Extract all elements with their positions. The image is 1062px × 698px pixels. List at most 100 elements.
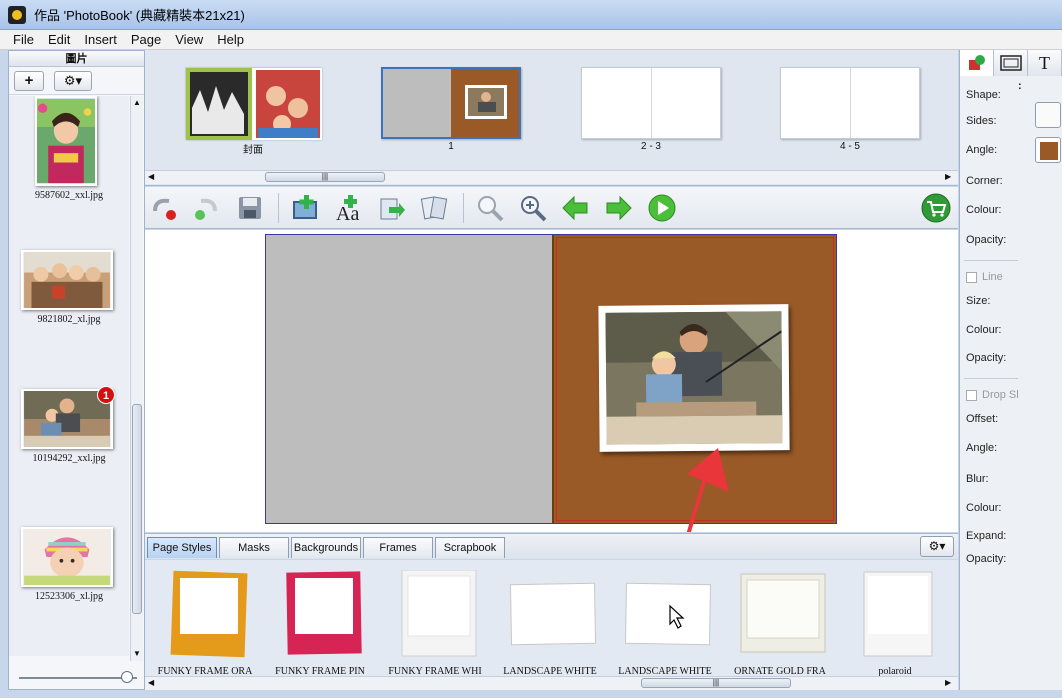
scroll-left-icon[interactable]: ◀ xyxy=(148,172,154,181)
page-strip-scrollbar[interactable]: ◀ ||| ▶ xyxy=(145,170,958,184)
size-label: Size: xyxy=(966,295,991,307)
left-page[interactable] xyxy=(266,235,552,523)
page-label: 2 - 3 xyxy=(640,141,661,152)
style-item[interactable]: ORNATE GOLD FRA xyxy=(723,570,837,677)
slider-knob[interactable] xyxy=(121,671,133,683)
thumbnail-size-slider[interactable] xyxy=(19,677,137,679)
right-page[interactable] xyxy=(552,235,836,523)
corner-label: Corner: xyxy=(966,175,1003,187)
line-checkbox[interactable] xyxy=(966,272,977,283)
save-button[interactable] xyxy=(235,193,265,223)
photo-caption: 9587602_xxl.jpg xyxy=(34,190,104,201)
window-title: 作品 'PhotoBook' (典藏精裝本21x21) xyxy=(34,8,245,23)
tab-masks[interactable]: Masks xyxy=(219,537,289,558)
properties-panel: T Shape: : Sides: Angle: Corner: Colour:… xyxy=(959,50,1062,690)
styles-tabbar: Page Styles Masks Backgrounds Frames Scr… xyxy=(145,533,958,559)
menu-help[interactable]: Help xyxy=(210,32,251,47)
page-thumb-4-5[interactable] xyxy=(780,67,920,139)
opacity-label: Opacity: xyxy=(966,234,1007,246)
add-photo-box-button[interactable] xyxy=(290,193,320,223)
photo-item[interactable]: 9587602_xxl.jpg xyxy=(9,96,129,201)
fill-colour-chip xyxy=(1040,142,1058,160)
scroll-up-icon[interactable]: ▲ xyxy=(133,98,141,107)
styles-settings-button[interactable]: ⚙▾ xyxy=(920,536,954,557)
toolbar-separator xyxy=(463,193,464,223)
tab-page-styles[interactable]: Page Styles xyxy=(147,537,217,558)
tab-frames[interactable]: Frames xyxy=(363,537,433,558)
photo-thumbnail xyxy=(35,96,97,186)
photo-panel: 圖片 + ⚙▾ 9587602_xxl.jpg 9821802_xl.jpg 1… xyxy=(8,50,145,690)
photo-item[interactable]: 10194292_xxl.jpg 1 xyxy=(9,386,129,464)
page-thumb-2-3[interactable] xyxy=(581,67,721,139)
frame-icon xyxy=(999,55,1022,71)
title-bar: 作品 'PhotoBook' (典藏精裝本21x21) xyxy=(0,0,1062,30)
style-item[interactable]: FUNKY FRAME PIN xyxy=(263,570,377,677)
photo-caption: 10194292_xxl.jpg xyxy=(32,453,106,464)
photo-item[interactable]: 9821802_xl.jpg xyxy=(9,250,129,325)
zoom-out-icon xyxy=(478,196,504,222)
page-spread[interactable] xyxy=(265,234,837,524)
scrollbar-thumb[interactable] xyxy=(132,404,142,614)
usage-count-badge: 1 xyxy=(97,386,115,404)
shadow-opacity-label: Opacity: xyxy=(966,553,1007,565)
blur-label: Blur: xyxy=(966,473,989,485)
previous-page-button[interactable] xyxy=(560,193,590,223)
zoom-out-button[interactable] xyxy=(475,193,505,223)
style-item[interactable]: LANDSCAPE WHITE xyxy=(608,570,722,677)
shape-picker-swatch[interactable] xyxy=(1035,102,1061,128)
page-1-preview xyxy=(383,69,519,137)
order-button[interactable] xyxy=(921,193,951,223)
add-text-icon: Aa xyxy=(336,195,359,223)
line-colour-label: Colour: xyxy=(966,324,1002,336)
page-thumb-1[interactable] xyxy=(381,67,521,139)
import-button[interactable] xyxy=(377,193,407,223)
placed-photo-frame[interactable] xyxy=(598,304,790,452)
styles-gallery-scrollbar[interactable]: ◀ ||| ▶ xyxy=(145,676,958,690)
scroll-right-icon[interactable]: ▶ xyxy=(945,678,951,687)
menu-insert[interactable]: Insert xyxy=(77,32,124,47)
drop-shadow-label: Drop Sl xyxy=(982,389,1019,401)
tab-frame-properties[interactable] xyxy=(994,50,1028,76)
menu-edit[interactable]: Edit xyxy=(41,32,77,47)
style-item[interactable]: polaroid xyxy=(838,570,952,677)
add-text-box-button[interactable]: Aa xyxy=(334,193,364,223)
undo-button[interactable] xyxy=(149,193,179,223)
redo-button[interactable] xyxy=(191,193,221,223)
tab-scrapbook[interactable]: Scrapbook xyxy=(435,537,505,558)
scroll-left-icon[interactable]: ◀ xyxy=(148,678,154,687)
photo-list-scrollbar[interactable]: ▲ ▼ xyxy=(130,96,143,661)
photo-caption: 12523306_xl.jpg xyxy=(34,591,104,602)
play-slideshow-button[interactable] xyxy=(647,193,677,223)
add-photo-button[interactable]: + xyxy=(14,70,44,91)
zoom-in-button[interactable] xyxy=(518,193,548,223)
tab-text-properties[interactable]: T xyxy=(1028,50,1062,76)
photo-settings-button[interactable]: ⚙▾ xyxy=(54,70,92,91)
page-fold xyxy=(651,68,652,138)
line-label: Line xyxy=(982,271,1003,283)
scrollbar-thumb[interactable]: ||| xyxy=(265,172,385,182)
style-item[interactable]: FUNKY FRAME WHI xyxy=(378,569,492,677)
fill-colour-swatch[interactable] xyxy=(1035,137,1061,163)
scrollbar-thumb[interactable]: ||| xyxy=(641,678,791,688)
page-thumb-cover[interactable] xyxy=(185,67,322,140)
drop-shadow-checkbox[interactable] xyxy=(966,390,977,401)
photo-panel-header: 圖片 xyxy=(9,51,144,67)
style-item[interactable]: FUNKY FRAME ORA xyxy=(148,570,262,677)
placed-photo xyxy=(605,311,783,445)
photo-item[interactable]: 12523306_xl.jpg xyxy=(9,527,129,602)
next-page-button[interactable] xyxy=(604,193,634,223)
scroll-right-icon[interactable]: ▶ xyxy=(945,172,951,181)
properties-tabs: T xyxy=(960,50,1062,76)
menu-page[interactable]: Page xyxy=(124,32,168,47)
menu-file[interactable]: File xyxy=(6,32,41,47)
export-button[interactable] xyxy=(419,193,449,223)
cover-preview xyxy=(186,68,322,140)
style-thumbnail xyxy=(863,571,933,657)
page-canvas[interactable] xyxy=(145,230,958,532)
page-label: 封面 xyxy=(243,145,263,156)
tab-shape-properties[interactable] xyxy=(960,50,994,76)
tab-backgrounds[interactable]: Backgrounds xyxy=(291,537,361,558)
style-item[interactable]: LANDSCAPE WHITE xyxy=(493,570,607,677)
menu-view[interactable]: View xyxy=(168,32,210,47)
scroll-down-icon[interactable]: ▼ xyxy=(133,649,141,658)
